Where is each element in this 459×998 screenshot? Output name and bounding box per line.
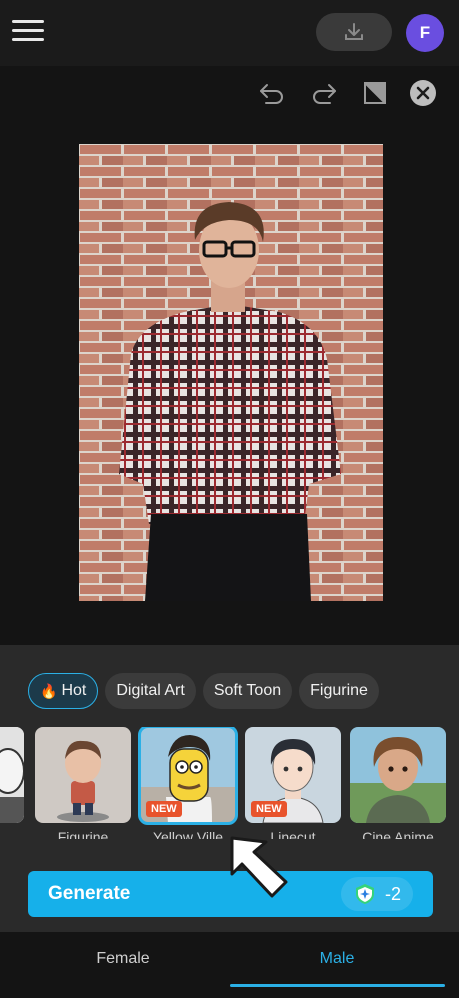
close-icon[interactable] [408, 78, 438, 108]
download-button[interactable] [316, 13, 392, 51]
category-chips: 🔥 Hot Digital Art Soft Toon Figurine [28, 673, 379, 709]
style-thumbnail: NEW [245, 727, 341, 823]
style-card-yellow-ville[interactable]: NEW Yellow Ville [138, 727, 238, 839]
chip-label: Soft Toon [213, 682, 282, 699]
redo-icon[interactable] [309, 78, 339, 108]
style-thumbnail [35, 727, 131, 823]
active-tab-indicator [230, 984, 445, 987]
style-card-figurine[interactable]: Figurine [35, 727, 131, 839]
fire-icon: 🔥 [40, 682, 58, 699]
tab-label: Male [319, 950, 355, 967]
tab-female[interactable]: Female [8, 932, 238, 986]
undo-icon[interactable] [257, 78, 287, 108]
tab-label: Female [96, 950, 150, 967]
credit-cost: -2 [340, 877, 413, 911]
style-thumbnail [350, 727, 446, 823]
erase-icon[interactable] [360, 78, 390, 108]
style-card-cine-anime[interactable]: Cine Anime [350, 727, 446, 839]
uploaded-photo [79, 144, 383, 601]
style-card-linecut[interactable]: NEW Linecut [245, 727, 341, 839]
chip-figurine[interactable]: Figurine [299, 673, 379, 709]
credit-icon [355, 884, 374, 904]
generate-label: Generate [48, 883, 131, 904]
avatar[interactable]: F [406, 14, 444, 52]
menu-icon[interactable] [12, 20, 44, 44]
chip-label: Digital Art [116, 682, 185, 699]
tab-male[interactable]: Male [222, 932, 452, 986]
style-label: Yellow Ville [152, 829, 224, 839]
top-bar: F [0, 0, 459, 66]
style-thumbnail: NEW [138, 727, 238, 825]
style-thumbnail [0, 727, 24, 823]
gender-tabs: Female Male [0, 932, 459, 998]
new-badge: NEW [146, 801, 182, 817]
chip-label: Hot [61, 682, 87, 699]
credit-cost-value: -2 [384, 883, 401, 904]
style-card[interactable] [0, 727, 24, 829]
chip-soft-toon[interactable]: Soft Toon [202, 673, 293, 709]
style-carousel[interactable]: Figurine NEW Yellow Ville NEW Linecut Ci… [0, 727, 459, 839]
style-label: Cine Anime [362, 829, 434, 839]
chip-label: Figurine [310, 682, 368, 699]
style-label: Figurine [57, 829, 109, 839]
cursor-arrow-icon [230, 836, 288, 898]
new-badge: NEW [251, 801, 287, 817]
chip-digital-art[interactable]: Digital Art [105, 673, 196, 709]
chip-hot[interactable]: 🔥 Hot [28, 673, 99, 709]
download-icon [345, 23, 363, 40]
canvas-area [0, 66, 459, 645]
